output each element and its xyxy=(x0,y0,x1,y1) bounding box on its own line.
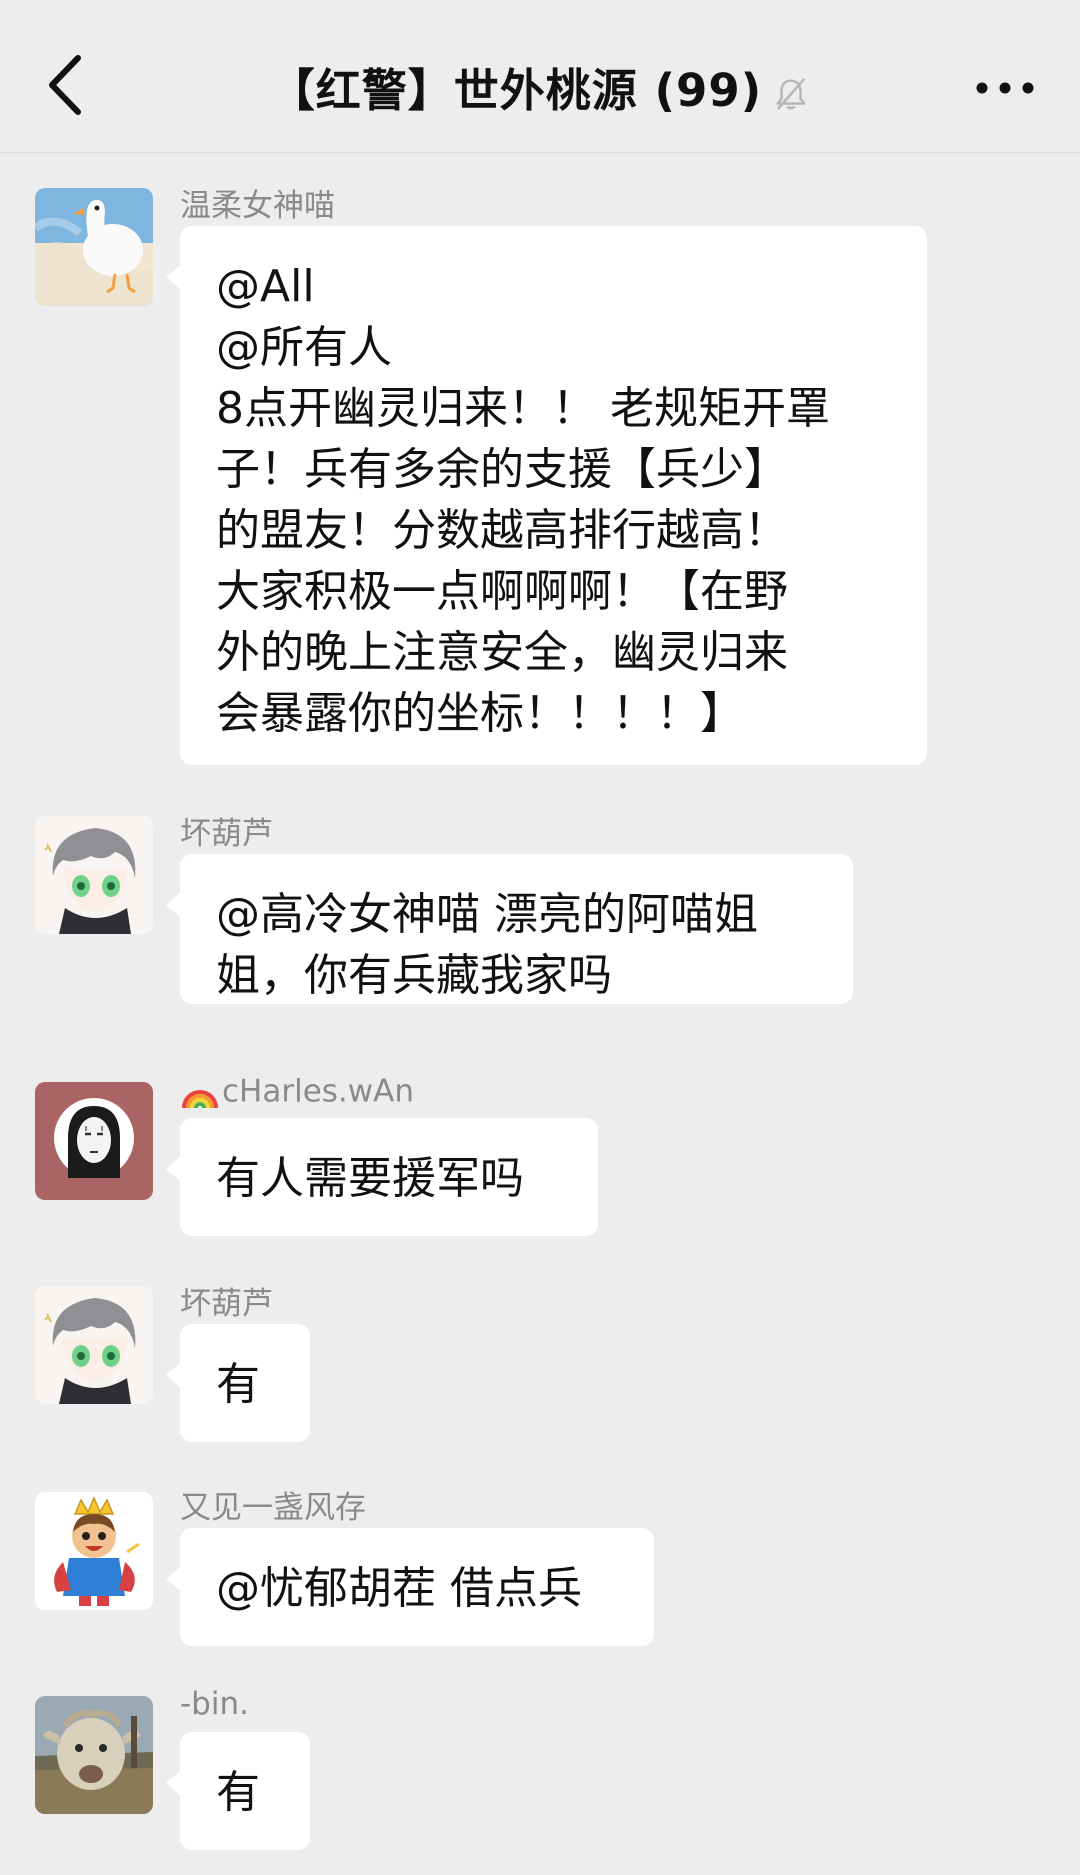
message-line: 有 xyxy=(216,1359,260,1410)
message-line: 会暴露你的坐标！！！！】 xyxy=(216,688,744,739)
message-line: 有 xyxy=(216,1767,260,1818)
chat-title-row: 【红警】世外桃源 (99) xyxy=(0,54,1080,119)
goat-avatar[interactable] xyxy=(35,1696,153,1814)
message-line: 大家积极一点啊啊啊！【在野 xyxy=(216,566,788,617)
message-line: @忧郁胡茬 借点兵 xyxy=(216,1563,582,1614)
nav-bar: 【红警】世外桃源 (99) xyxy=(0,0,1080,153)
chat-title: 【红警】世外桃源 (99) xyxy=(269,64,763,117)
more-button[interactable] xyxy=(970,68,1040,108)
message-line: @所有人 xyxy=(216,322,392,373)
anime-boy-avatar[interactable] xyxy=(35,1286,153,1404)
cartoon-king-avatar[interactable] xyxy=(35,1492,153,1610)
anime-boy-avatar[interactable] xyxy=(35,816,153,934)
message-bubble[interactable]: @All @所有人 8点开幽灵归来！！ 老规矩开罩 子！兵有多余的支援【兵少】 … xyxy=(166,226,927,765)
no-face-avatar[interactable] xyxy=(35,1082,153,1200)
message-line: 8点开幽灵归来！！ 老规矩开罩 xyxy=(216,383,830,434)
message-bubble[interactable]: 有 xyxy=(166,1324,310,1442)
message-line: 姐，你有兵藏我家吗 xyxy=(216,950,612,1001)
message-line: @高冷女神喵 漂亮的阿喵姐 xyxy=(216,889,758,940)
sender-name: cHarles.wAn xyxy=(222,1073,414,1110)
message-line: 子！兵有多余的支援【兵少】 xyxy=(216,444,788,495)
duck-avatar[interactable] xyxy=(35,188,153,306)
message-line: 外的晚上注意安全，幽灵归来 xyxy=(216,627,788,678)
sender-name: -bin. xyxy=(180,1686,249,1722)
message-line: 的盟友！分数越高排行越高！ xyxy=(216,505,788,556)
sender-name-row: cHarles.wAn xyxy=(180,1072,414,1110)
goat-avatar-image xyxy=(35,1696,153,1814)
more-dots-icon xyxy=(976,82,1034,94)
sender-name: 坏葫芦 xyxy=(180,1286,273,1322)
message-line: @All xyxy=(216,261,315,312)
sender-name: 又见一盏风存 xyxy=(180,1490,366,1526)
message-bubble[interactable]: 有人需要援军吗 xyxy=(166,1118,598,1236)
sender-name: 坏葫芦 xyxy=(180,816,273,852)
anime-boy-avatar-image xyxy=(35,816,153,934)
cartoon-king-avatar-image xyxy=(35,1492,153,1610)
message-bubble[interactable]: @忧郁胡茬 借点兵 xyxy=(166,1528,654,1646)
sender-name: 温柔女神喵 xyxy=(180,188,335,224)
anime-boy-avatar-image xyxy=(35,1286,153,1404)
duck-avatar-image xyxy=(35,188,153,306)
message-bubble[interactable]: @高冷女神喵 漂亮的阿喵姐 姐，你有兵藏我家吗 xyxy=(166,854,853,1004)
rainbow-icon xyxy=(182,1089,218,1108)
no-face-avatar-image xyxy=(35,1082,153,1200)
message-line: 有人需要援军吗 xyxy=(216,1153,524,1204)
bell-muted-icon xyxy=(776,78,806,110)
message-bubble[interactable]: 有 xyxy=(166,1732,310,1850)
